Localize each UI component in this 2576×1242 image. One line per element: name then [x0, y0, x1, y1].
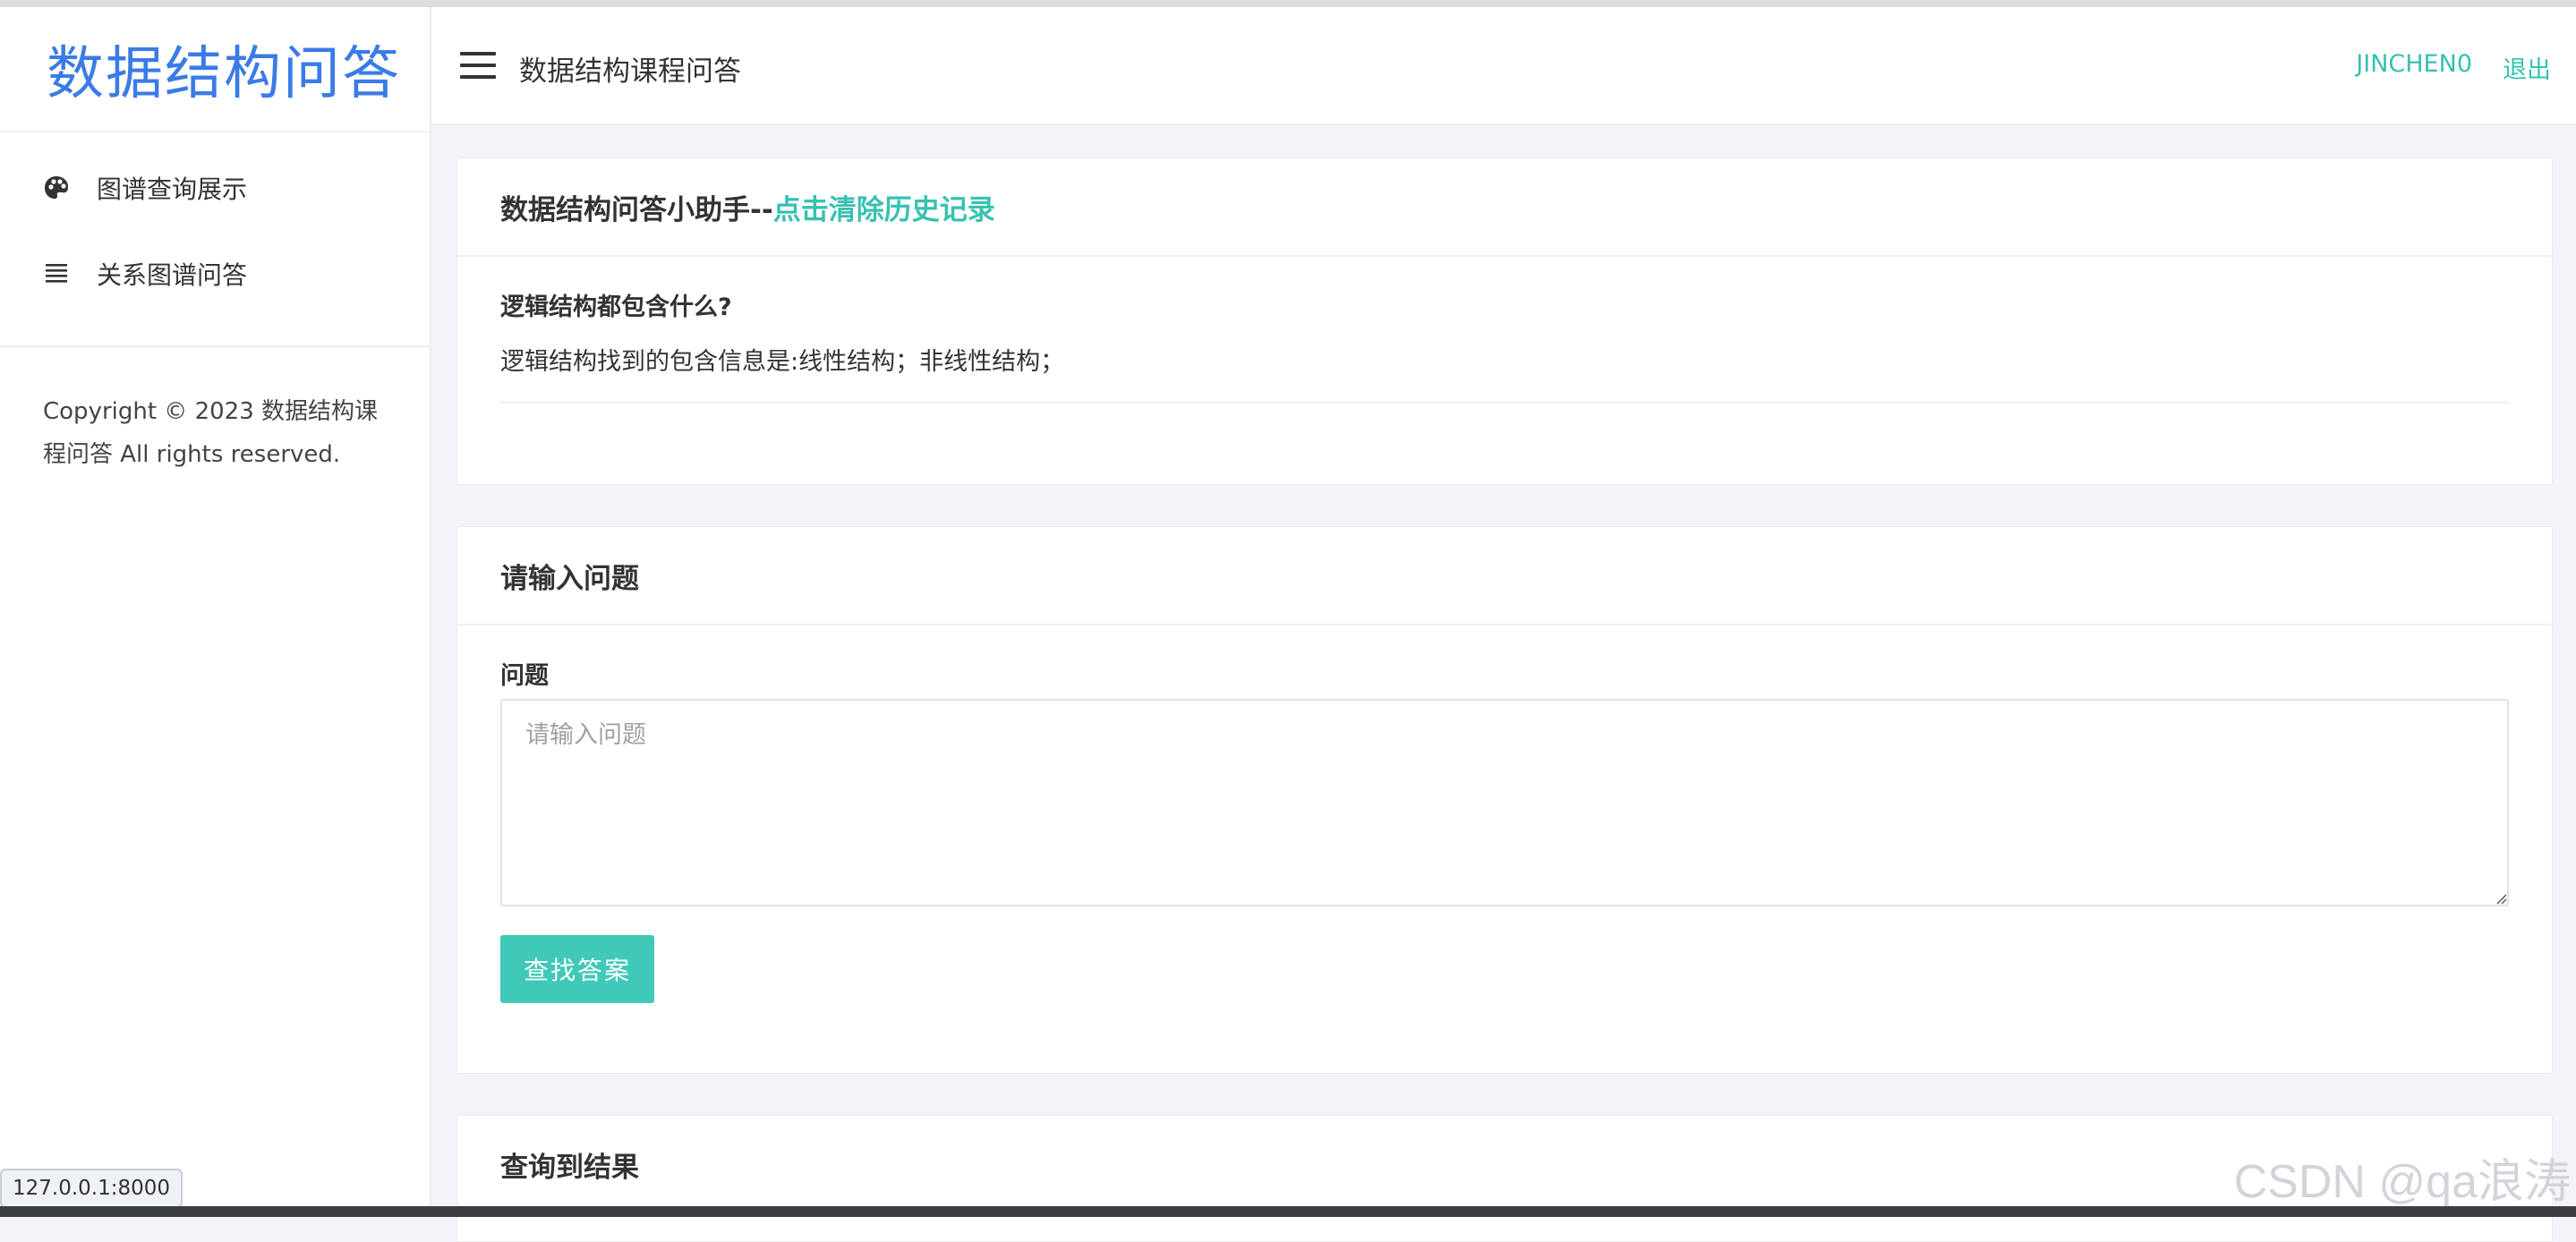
status-bar-url: 127.0.0.1:8000	[0, 1169, 183, 1208]
sidebar-nav: 图谱查询展示 关系图谱问答	[0, 132, 430, 317]
input-card-header: 请输入问题	[457, 527, 2552, 625]
hamburger-icon[interactable]	[460, 52, 496, 79]
window-top-border	[0, 0, 2576, 7]
sidebar-item-label: 图谱查询展示	[97, 174, 248, 204]
chat-history-card: 数据结构问答小助手-- 点击清除历史记录 逻辑结构都包含什么? 逻辑结构找到的包含…	[456, 157, 2553, 485]
question-input-card: 请输入问题 问题 查找答案	[456, 526, 2553, 1074]
user-link[interactable]: JINCHEN0	[2356, 50, 2472, 78]
sidebar-item-graph-query[interactable]: 图谱查询展示	[0, 145, 430, 231]
resize-grip-icon[interactable]	[2496, 894, 2507, 905]
watermark: CSDN @qa浪涛	[2233, 1156, 2571, 1208]
qa-divider	[500, 402, 2509, 404]
sidebar-item-label: 关系图谱问答	[97, 260, 248, 290]
window-bottom-strip	[0, 1206, 2576, 1217]
sidebar-divider	[0, 345, 430, 347]
list-icon	[41, 259, 72, 289]
qa-answer: 逻辑结构找到的包含信息是:线性结构；非线性结构；	[500, 348, 1065, 376]
sidebar-item-relation-qa[interactable]: 关系图谱问答	[0, 231, 430, 317]
topbar: 数据结构课程问答 JINCHEN0 退出	[431, 7, 2576, 125]
logout-link[interactable]: 退出	[2503, 50, 2551, 85]
clear-history-link[interactable]: 点击清除历史记录	[773, 187, 995, 227]
qa-question: 逻辑结构都包含什么?	[500, 293, 732, 321]
chat-card-header: 数据结构问答小助手-- 点击清除历史记录	[457, 158, 2552, 257]
sidebar: 数据结构问答 图谱查询展示 关系图谱问答 Copyright © 2023 数据…	[0, 7, 431, 1217]
question-field-label: 问题	[500, 662, 549, 690]
chat-card-title: 数据结构问答小助手--	[500, 193, 773, 226]
copyright-text: Copyright © 2023 数据结构课程问答 All rights res…	[43, 398, 379, 468]
palette-icon	[41, 173, 72, 203]
question-input[interactable]	[500, 699, 2509, 906]
brand-title[interactable]: 数据结构问答	[0, 7, 430, 132]
qa-entry: 逻辑结构都包含什么? 逻辑结构找到的包含信息是:线性结构；非线性结构；	[457, 257, 2552, 377]
find-answer-button[interactable]: 查找答案	[500, 935, 654, 1003]
page-title: 数据结构课程问答	[519, 55, 741, 88]
